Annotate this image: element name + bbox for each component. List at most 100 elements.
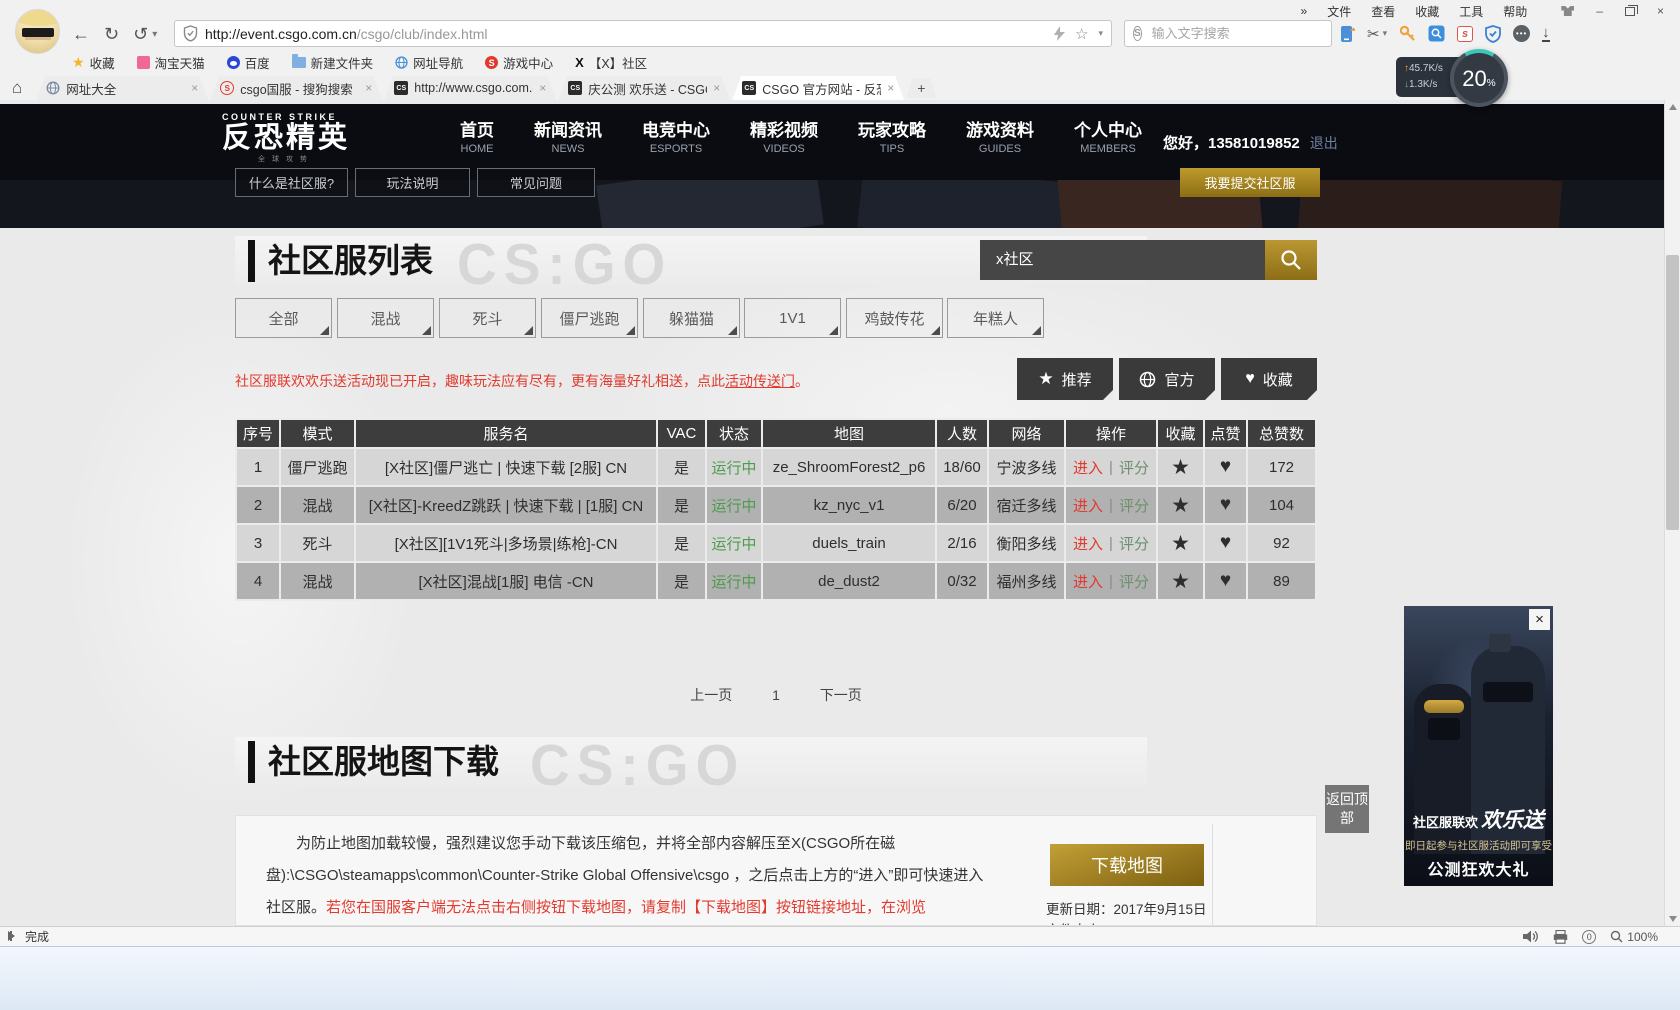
like-heart-icon[interactable]: ♥ bbox=[1205, 449, 1248, 485]
csgo-logo[interactable]: COUNTER STRIKE 反恐精英 全球攻势 bbox=[222, 112, 350, 164]
search-input[interactable] bbox=[1150, 25, 1330, 42]
server-search-input[interactable]: x社区 bbox=[980, 240, 1265, 280]
download-map-button[interactable]: 下载地图 bbox=[1050, 844, 1204, 886]
nav-news[interactable]: 新闻资讯NEWS bbox=[534, 120, 602, 157]
enter-server-link[interactable]: 进入 bbox=[1073, 571, 1103, 592]
nav-videos[interactable]: 精彩视频VIDEOS bbox=[750, 120, 818, 157]
filter-zombie-escape[interactable]: 僵尸逃跑 bbox=[541, 298, 638, 338]
blocked-count-badge[interactable]: 0 bbox=[1582, 930, 1596, 944]
user-avatar[interactable] bbox=[15, 9, 60, 54]
speaker-icon[interactable] bbox=[1523, 930, 1539, 943]
undo-dropdown-icon[interactable]: ▾ bbox=[152, 29, 157, 40]
enter-server-link[interactable]: 进入 bbox=[1073, 495, 1103, 516]
browser-search-box[interactable]: S bbox=[1124, 20, 1332, 47]
refresh-button[interactable]: ↻ bbox=[104, 24, 119, 45]
download-manager-icon[interactable]: ↓ bbox=[1542, 26, 1550, 42]
rate-server-link[interactable]: 评分 bbox=[1119, 571, 1149, 592]
tab-close-icon[interactable]: × bbox=[539, 81, 546, 95]
password-key-icon[interactable] bbox=[1399, 25, 1416, 42]
nav-guides[interactable]: 游戏资料GUIDES bbox=[966, 120, 1034, 157]
bookmark-star-icon[interactable]: ☆ bbox=[1075, 25, 1088, 43]
tab-sogou-search[interactable]: S csgo国服 - 搜狗搜索× bbox=[210, 76, 382, 100]
undo-button[interactable]: ↺ bbox=[133, 24, 148, 45]
rate-server-link[interactable]: 评分 bbox=[1119, 457, 1149, 478]
filter-rice-cake-man[interactable]: 年糕人 bbox=[947, 298, 1044, 338]
tab-close-icon[interactable]: × bbox=[365, 81, 372, 95]
what-is-community-server-button[interactable]: 什么是社区服? bbox=[235, 168, 348, 197]
bookmark-new-folder[interactable]: 新建文件夹 bbox=[292, 53, 374, 72]
bookmark-nav-site[interactable]: 网址导航 bbox=[395, 53, 463, 72]
event-portal-link[interactable]: 活动传送门 bbox=[725, 373, 795, 389]
nav-tips[interactable]: 玩家攻略TIPS bbox=[858, 120, 926, 157]
logout-link[interactable]: 退出 bbox=[1310, 133, 1338, 153]
recommend-button[interactable]: ★推荐 bbox=[1017, 358, 1113, 400]
page-find-icon[interactable] bbox=[1428, 25, 1445, 42]
submit-server-button[interactable]: 我要提交社区服 bbox=[1180, 168, 1320, 197]
home-icon[interactable]: ⌂ bbox=[12, 78, 22, 98]
scrollbar-thumb[interactable] bbox=[1666, 255, 1679, 530]
new-tab-button[interactable]: + bbox=[906, 78, 936, 98]
nav-members[interactable]: 个人中心MEMBERS bbox=[1074, 120, 1142, 157]
favorites-button[interactable]: ♥收藏 bbox=[1221, 358, 1317, 400]
filter-all[interactable]: 全部 bbox=[235, 298, 332, 338]
skin-icon[interactable] bbox=[1561, 6, 1574, 16]
scissors-dropdown-icon[interactable]: ▾ bbox=[1383, 28, 1388, 39]
filter-hide-and-seek[interactable]: 躲猫猫 bbox=[643, 298, 740, 338]
favorite-star-icon[interactable]: ★ bbox=[1158, 563, 1205, 599]
enter-server-link[interactable]: 进入 bbox=[1073, 457, 1103, 478]
favorite-star-icon[interactable]: ★ bbox=[1158, 525, 1205, 561]
prev-page-button[interactable]: 上一页 bbox=[690, 687, 732, 703]
like-heart-icon[interactable]: ♥ bbox=[1205, 525, 1248, 561]
menu-overflow-icon[interactable]: » bbox=[1301, 4, 1308, 18]
menu-tools[interactable]: 工具 bbox=[1459, 3, 1483, 20]
url-bar[interactable]: http://event.csgo.com.cn/csgo/club/index… bbox=[174, 20, 1112, 47]
back-button[interactable]: ← bbox=[72, 24, 90, 45]
tab-csgo-official-active[interactable]: CS CSGO 官方网站 - 反恐精英× bbox=[732, 76, 904, 100]
filter-1v1[interactable]: 1V1 bbox=[744, 298, 841, 338]
menu-favorites[interactable]: 收藏 bbox=[1415, 3, 1439, 20]
bookmark-x-community[interactable]: X【X】社区 bbox=[575, 53, 647, 72]
printer-icon[interactable] bbox=[1553, 930, 1568, 944]
tab-nav-site[interactable]: 网址大全× bbox=[36, 76, 208, 100]
more-extensions-icon[interactable]: ••• bbox=[1513, 25, 1530, 42]
shopping-helper-icon[interactable]: s bbox=[1457, 26, 1473, 42]
bookmark-game-center[interactable]: S游戏中心 bbox=[485, 53, 553, 72]
gameplay-guide-button[interactable]: 玩法说明 bbox=[355, 168, 470, 197]
favorite-star-icon[interactable]: ★ bbox=[1158, 487, 1205, 523]
scroll-up-icon[interactable] bbox=[1669, 104, 1677, 110]
sidebar-toggle-icon[interactable] bbox=[8, 930, 15, 944]
faq-button[interactable]: 常见问题 bbox=[477, 168, 595, 197]
ad-close-icon[interactable]: × bbox=[1529, 609, 1550, 630]
nav-esports[interactable]: 电竞中心ESPORTS bbox=[642, 120, 710, 157]
event-ad-banner[interactable]: × 社区服联欢欢乐送 即日起参与社区服活动即可享受 公测狂欢大礼 bbox=[1404, 606, 1553, 886]
like-heart-icon[interactable]: ♥ bbox=[1205, 563, 1248, 599]
filter-pass-the-bomb[interactable]: 鸡鼓传花 bbox=[846, 298, 943, 338]
tab-csgo-event[interactable]: CS 庆公测 欢乐送 - CSGO 丨× bbox=[558, 76, 730, 100]
official-button[interactable]: 官方 bbox=[1119, 358, 1215, 400]
bookmark-baidu[interactable]: 百度 bbox=[227, 53, 270, 72]
page-scrollbar[interactable] bbox=[1664, 100, 1680, 926]
lightning-icon[interactable] bbox=[1054, 26, 1065, 41]
bookmark-favorites[interactable]: ★收藏 bbox=[72, 53, 115, 72]
close-button[interactable]: × bbox=[1657, 4, 1664, 18]
rate-server-link[interactable]: 评分 bbox=[1119, 533, 1149, 554]
menu-file[interactable]: 文件 bbox=[1327, 3, 1351, 20]
acceleration-gauge[interactable]: 20% bbox=[1450, 49, 1508, 107]
nav-home[interactable]: 首页HOME bbox=[460, 120, 494, 157]
next-page-button[interactable]: 下一页 bbox=[820, 687, 862, 703]
restore-button[interactable] bbox=[1625, 7, 1635, 16]
tab-close-icon[interactable]: × bbox=[887, 81, 894, 95]
back-to-top-button[interactable]: 返回顶部 bbox=[1325, 785, 1369, 833]
menu-view[interactable]: 查看 bbox=[1371, 3, 1395, 20]
tab-close-icon[interactable]: × bbox=[191, 81, 198, 95]
tab-close-icon[interactable]: × bbox=[713, 81, 720, 95]
favorite-star-icon[interactable]: ★ bbox=[1158, 449, 1205, 485]
filter-deathmatch[interactable]: 死斗 bbox=[439, 298, 536, 338]
page-number[interactable]: 1 bbox=[772, 687, 780, 703]
screenshot-scissors-icon[interactable]: ✂ bbox=[1367, 25, 1380, 43]
security-shield-icon[interactable] bbox=[1485, 25, 1501, 43]
phone-sync-icon[interactable] bbox=[1340, 25, 1355, 43]
urlbar-dropdown-icon[interactable]: ▾ bbox=[1098, 28, 1103, 39]
rate-server-link[interactable]: 评分 bbox=[1119, 495, 1149, 516]
zoom-control[interactable]: 100% bbox=[1610, 930, 1658, 944]
